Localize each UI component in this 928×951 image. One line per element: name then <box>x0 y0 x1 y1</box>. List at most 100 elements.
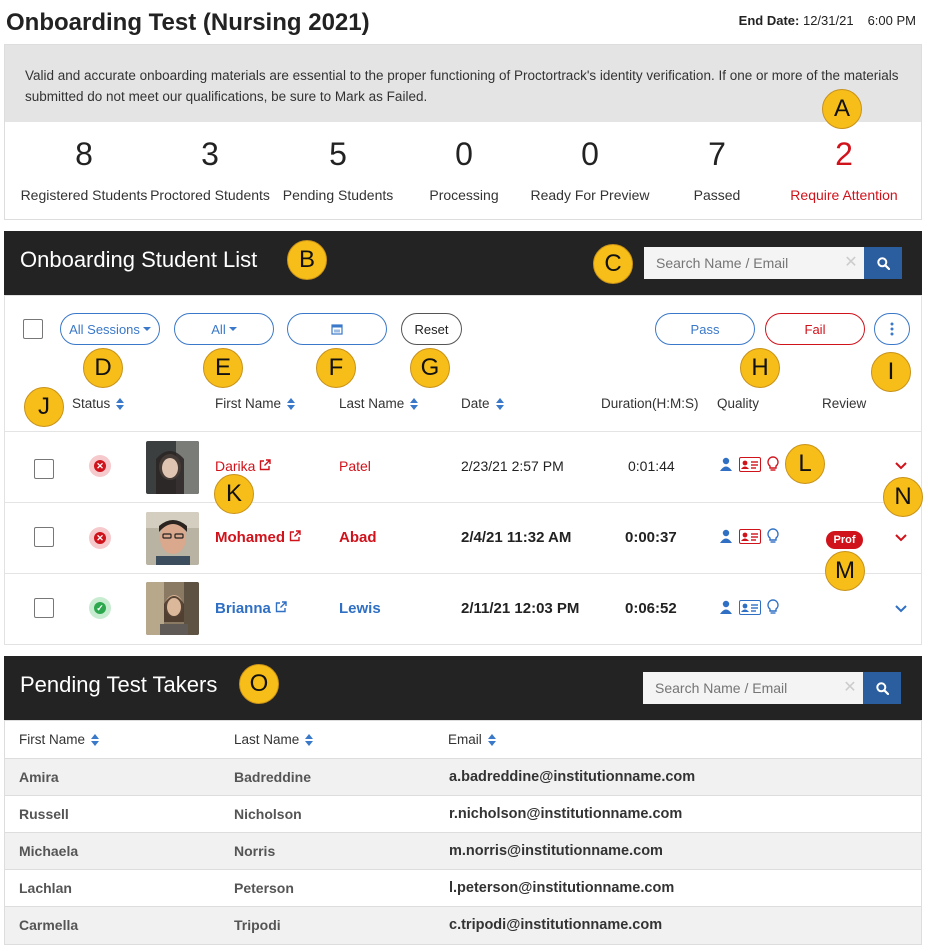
search-button[interactable] <box>863 672 901 704</box>
student-list-header: Onboarding Student List ✕ <box>4 231 922 295</box>
pending-first-name: Amira <box>19 769 59 785</box>
pending-email: a.badreddine@institutionname.com <box>449 769 696 785</box>
column-first-name[interactable]: First Name <box>19 732 100 747</box>
table-row: Michaela Norris m.norris@institutionname… <box>5 833 921 870</box>
table-row: ✕ Mohamed Abad 2/4/21 11:32 AM 0:00:37 P… <box>5 502 921 573</box>
id-card-icon[interactable] <box>739 528 761 544</box>
stats-row: 8 Registered Students 3 Proctored Studen… <box>5 122 921 220</box>
status-failed-icon: ✕ <box>89 455 111 477</box>
times-icon[interactable]: ✕ <box>838 247 864 279</box>
pending-table: First Name Last Name Email Amira Badredd… <box>4 720 922 945</box>
status-filter-dropdown[interactable]: All <box>174 313 274 345</box>
user-icon[interactable] <box>719 457 733 471</box>
annotation-marker-c: C <box>593 244 633 284</box>
id-card-icon[interactable] <box>739 456 761 472</box>
end-date-value: 12/31/21 <box>802 13 854 28</box>
search-button[interactable] <box>864 247 902 279</box>
more-options-button[interactable] <box>874 313 910 345</box>
select-all-checkbox[interactable] <box>23 319 43 339</box>
stat-label: Processing <box>429 187 499 203</box>
column-email[interactable]: Email <box>448 732 496 747</box>
chevron-down-icon[interactable] <box>895 462 907 470</box>
column-last-name-label: Last Name <box>234 732 300 747</box>
chevron-down-icon[interactable] <box>895 605 907 613</box>
chevron-down-icon[interactable] <box>895 534 907 542</box>
student-list-title: Onboarding Student List <box>20 247 258 272</box>
external-link-icon <box>275 601 287 613</box>
stat-value: 0 <box>455 136 473 172</box>
row-checkbox[interactable] <box>34 527 54 547</box>
user-icon[interactable] <box>719 529 733 543</box>
user-icon[interactable] <box>719 600 733 614</box>
vertical-ellipsis-icon <box>890 322 894 336</box>
pending-search-input[interactable] <box>643 672 837 704</box>
stat-value: 2 <box>835 136 853 172</box>
quality-indicators <box>719 599 779 615</box>
row-checkbox[interactable] <box>34 459 54 479</box>
status-failed-icon: ✕ <box>89 527 111 549</box>
page-header: Onboarding Test (Nursing 2021) End Date:… <box>0 0 928 44</box>
session-date: 2/11/21 12:03 PM <box>461 600 580 617</box>
stat-label: Passed <box>693 187 741 203</box>
annotation-marker-m: M <box>825 551 865 591</box>
stat-value: 0 <box>581 136 599 172</box>
times-icon[interactable]: ✕ <box>837 672 863 704</box>
sort-icon <box>91 733 100 746</box>
annotation-marker-e: E <box>203 348 243 388</box>
pending-table-header: First Name Last Name Email <box>5 721 921 759</box>
annotation-marker-o: O <box>239 664 279 704</box>
session-duration: 0:06:52 <box>625 600 677 617</box>
calendar-icon <box>331 324 343 335</box>
annotation-marker-g: G <box>410 348 450 388</box>
column-email-label: Email <box>448 732 482 747</box>
all-sessions-dropdown[interactable]: All Sessions <box>60 313 160 345</box>
pending-first-name: Lachlan <box>19 880 72 896</box>
table-row: Lachlan Peterson l.peterson@institutionn… <box>5 870 921 907</box>
column-status[interactable]: Status <box>72 396 125 411</box>
pass-button[interactable]: Pass <box>655 313 755 345</box>
first-name-link[interactable]: Mohamed <box>215 529 301 546</box>
avatar[interactable] <box>146 512 199 565</box>
annotation-marker-b: B <box>287 240 327 280</box>
first-name-link[interactable]: Brianna <box>215 600 287 617</box>
lightbulb-icon[interactable] <box>767 528 779 544</box>
stat-value: 8 <box>75 136 93 172</box>
stat-processing: 0 Processing <box>398 122 530 203</box>
pending-email: l.peterson@institutionname.com <box>449 880 675 896</box>
first-name-link[interactable]: Darika <box>215 458 272 474</box>
stat-value: 3 <box>201 136 219 172</box>
student-search: ✕ <box>644 247 902 279</box>
magnifier-icon <box>875 681 889 695</box>
column-date[interactable]: Date <box>461 396 504 411</box>
row-checkbox[interactable] <box>34 598 54 618</box>
pending-email: m.norris@institutionname.com <box>449 843 663 859</box>
stat-require-attention[interactable]: 2 Require Attention <box>778 122 910 203</box>
id-card-icon[interactable] <box>739 599 761 615</box>
status-filter-label: All <box>211 321 226 337</box>
stat-value: 5 <box>329 136 347 172</box>
column-last-name[interactable]: Last Name <box>234 732 314 747</box>
avatar[interactable] <box>146 582 199 635</box>
pending-email: r.nicholson@institutionname.com <box>449 806 683 822</box>
sort-icon <box>410 397 419 410</box>
column-first-name-label: First Name <box>215 396 282 411</box>
quality-indicators <box>719 528 779 544</box>
sort-icon <box>487 733 496 746</box>
column-date-label: Date <box>461 396 490 411</box>
column-first-name[interactable]: First Name <box>215 396 296 411</box>
lightbulb-icon[interactable] <box>767 599 779 615</box>
avatar[interactable] <box>146 441 199 494</box>
stat-registered: 8 Registered Students <box>18 122 150 203</box>
lightbulb-icon[interactable] <box>767 456 779 472</box>
reset-button[interactable]: Reset <box>401 313 462 345</box>
date-filter-button[interactable] <box>287 313 387 345</box>
pending-email: c.tripodi@institutionname.com <box>449 917 663 933</box>
stat-label: Pending Students <box>282 187 394 203</box>
session-duration: 0:00:37 <box>625 529 677 546</box>
end-date-label: End Date: <box>738 13 800 28</box>
student-search-input[interactable] <box>644 247 838 279</box>
fail-button[interactable]: Fail <box>765 313 865 345</box>
session-duration: 0:01:44 <box>628 458 675 474</box>
column-last-name[interactable]: Last Name <box>339 396 419 411</box>
review-badge[interactable]: Prof <box>826 531 863 549</box>
